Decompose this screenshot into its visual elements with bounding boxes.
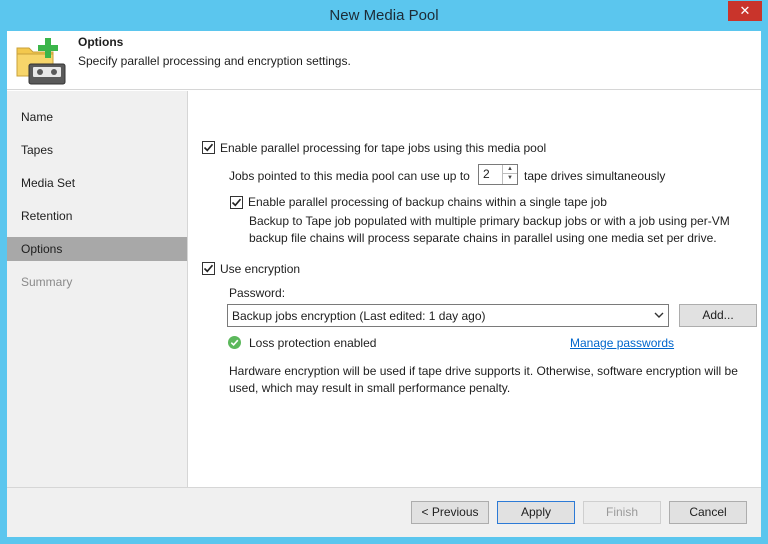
parallel-chains-label[interactable]: Enable parallel processing of backup cha… — [248, 195, 607, 209]
sidebar-item-tapes[interactable]: Tapes — [7, 138, 187, 162]
password-select[interactable]: Backup jobs encryption (Last edited: 1 d… — [227, 304, 669, 327]
close-button[interactable]: ✕ — [728, 1, 762, 21]
title-bar[interactable]: New Media Pool ✕ — [0, 0, 768, 31]
stepper-down-icon[interactable]: ▼ — [503, 174, 517, 183]
wizard-footer: < Previous Apply Finish Cancel — [7, 487, 761, 537]
parallel-processing-label[interactable]: Enable parallel processing for tape jobs… — [220, 141, 546, 155]
use-encryption-label[interactable]: Use encryption — [220, 262, 300, 276]
dialog-client: Options Specify parallel processing and … — [7, 31, 761, 537]
stepper-up-icon[interactable]: ▲ — [503, 165, 517, 174]
sidebar-item-summary: Summary — [21, 275, 73, 289]
check-circle-icon — [228, 336, 241, 349]
sidebar-item-retention[interactable]: Retention — [7, 204, 187, 228]
window-title: New Media Pool — [329, 7, 439, 24]
encryption-note-1: Hardware encryption will be used if tape… — [229, 364, 738, 378]
finish-button: Finish — [583, 501, 661, 524]
wizard-steps-sidebar: Name Tapes Media Set Retention Options S… — [7, 91, 188, 487]
tape-drives-stepper[interactable]: 2 ▲ ▼ — [478, 164, 518, 185]
chevron-down-icon — [654, 312, 664, 318]
checkmark-icon — [203, 143, 214, 152]
media-pool-add-icon — [16, 38, 66, 85]
loss-protection-status: Loss protection enabled — [249, 336, 377, 350]
checkmark-icon — [203, 264, 214, 273]
sidebar-item-name[interactable]: Name — [7, 105, 187, 129]
page-subtitle: Specify parallel processing and encrypti… — [78, 54, 351, 68]
password-label: Password: — [229, 286, 286, 300]
checkmark-icon — [231, 198, 242, 207]
tape-drives-value[interactable]: 2 — [483, 167, 490, 181]
wizard-header: Options Specify parallel processing and … — [7, 31, 761, 90]
options-panel: Enable parallel processing for tape jobs… — [189, 91, 761, 487]
dialog-window: New Media Pool ✕ Options Specify paralle… — [0, 0, 768, 544]
parallel-chains-checkbox[interactable] — [230, 196, 243, 209]
apply-button[interactable]: Apply — [497, 501, 575, 524]
drives-prefix-label: Jobs pointed to this media pool can use … — [229, 169, 470, 183]
password-select-value: Backup jobs encryption (Last edited: 1 d… — [232, 309, 486, 323]
manage-passwords-link[interactable]: Manage passwords — [570, 336, 674, 350]
drives-suffix-label: tape drives simultaneously — [524, 169, 666, 183]
parallel-chains-description-2: backup file chains will process separate… — [249, 231, 717, 245]
encryption-note-2: used, which may result in small performa… — [229, 381, 511, 395]
close-icon: ✕ — [739, 3, 751, 18]
sidebar-item-options[interactable]: Options — [7, 237, 187, 261]
parallel-chains-description-1: Backup to Tape job populated with multip… — [249, 214, 730, 228]
cancel-button[interactable]: Cancel — [669, 501, 747, 524]
stepper-buttons: ▲ ▼ — [502, 165, 517, 184]
previous-button[interactable]: < Previous — [411, 501, 489, 524]
add-password-button[interactable]: Add... — [679, 304, 757, 327]
page-title: Options — [78, 35, 124, 49]
parallel-processing-checkbox[interactable] — [202, 141, 215, 154]
sidebar-item-media-set[interactable]: Media Set — [7, 171, 187, 195]
use-encryption-checkbox[interactable] — [202, 262, 215, 275]
